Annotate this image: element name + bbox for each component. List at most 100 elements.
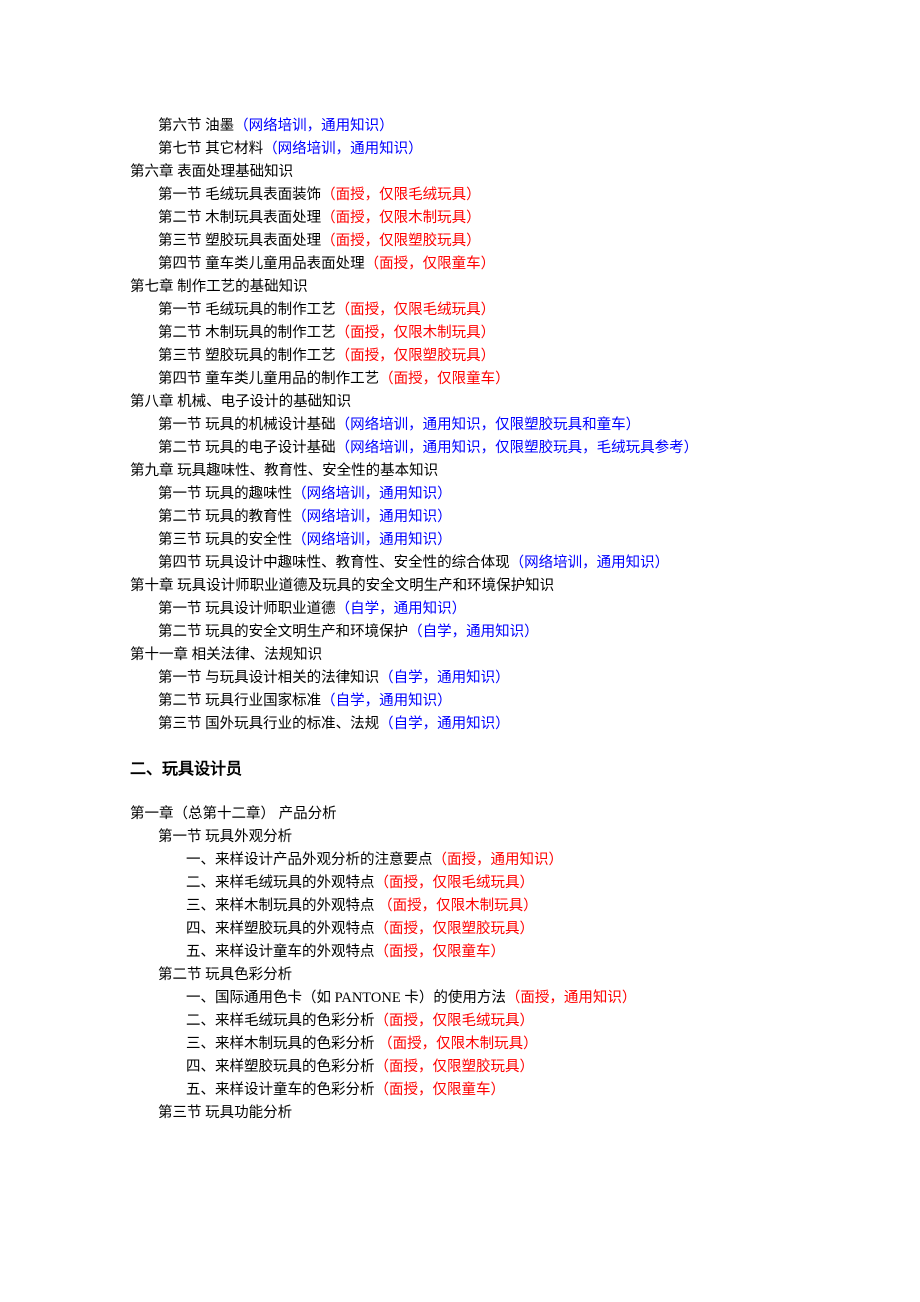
outline-line: 第一节 毛绒玩具表面装饰（面授，仅限毛绒玩具） — [158, 184, 790, 207]
line-text: 三、来样木制玩具的色彩分析 — [186, 1036, 378, 1052]
line-note: （网络培训，通用知识） — [234, 118, 394, 134]
line-note: （网络培训，通用知识） — [263, 141, 423, 157]
outline-line: 第八章 机械、电子设计的基础知识 — [130, 391, 790, 414]
line-note: （面授，仅限木制玩具） — [321, 210, 481, 226]
line-text: 第三节 玩具的安全性 — [158, 532, 292, 548]
outline-line: 第二节 玩具行业国家标准（自学，通用知识） — [158, 690, 790, 713]
line-text: 第六节 油墨 — [158, 118, 234, 134]
line-text: 第九章 玩具趣味性、教育性、安全性的基本知识 — [130, 463, 438, 479]
outline-line: 二、来样毛绒玩具的外观特点（面授，仅限毛绒玩具） — [186, 872, 790, 895]
outline-line: 第七章 制作工艺的基础知识 — [130, 276, 790, 299]
outline-line: 三、来样木制玩具的色彩分析 （面授，仅限木制玩具） — [186, 1033, 790, 1056]
outline-line: 四、来样塑胶玩具的色彩分析（面授，仅限塑胶玩具） — [186, 1056, 790, 1079]
outline-line: 第一节 玩具的趣味性（网络培训，通用知识） — [158, 483, 790, 506]
outline-line: 第十一章 相关法律、法规知识 — [130, 644, 790, 667]
outline-line: 第四节 玩具设计中趣味性、教育性、安全性的综合体现（网络培训，通用知识） — [158, 552, 790, 575]
line-text: 第四节 玩具设计中趣味性、教育性、安全性的综合体现 — [158, 555, 510, 571]
outline-line: 第二节 木制玩具的制作工艺（面授，仅限木制玩具） — [158, 322, 790, 345]
line-text: 第三节 国外玩具行业的标准、法规 — [158, 716, 379, 732]
line-text: 第一节 毛绒玩具的制作工艺 — [158, 302, 336, 318]
line-text: 第三节 玩具功能分析 — [158, 1105, 292, 1121]
line-note: （面授，仅限木制玩具） — [378, 1036, 538, 1052]
line-note: （面授，仅限童车） — [375, 944, 506, 960]
line-note: （面授，仅限木制玩具） — [336, 325, 496, 341]
line-text: 第二节 玩具的电子设计基础 — [158, 440, 336, 456]
outline-line: 一、来样设计产品外观分析的注意要点（面授，通用知识） — [186, 849, 790, 872]
line-text: 一、国际通用色卡（如 PANTONE 卡）的使用方法 — [186, 990, 506, 1006]
outline-block-2: 第一章（总第十二章） 产品分析第一节 玩具外观分析一、来样设计产品外观分析的注意… — [130, 803, 790, 1125]
document-page: { "lines": [ {"cls":"l1","t":"第六节 油墨","n… — [0, 0, 920, 1302]
line-note: （面授，仅限塑胶玩具） — [375, 1059, 535, 1075]
line-note: （面授，仅限毛绒玩具） — [321, 187, 481, 203]
line-text: 第一节 玩具外观分析 — [158, 829, 292, 845]
line-text: 第一节 玩具的机械设计基础 — [158, 417, 336, 433]
outline-line: 第一节 玩具设计师职业道德（自学，通用知识） — [158, 598, 790, 621]
outline-line: 第六章 表面处理基础知识 — [130, 161, 790, 184]
line-text: 第二节 玩具行业国家标准 — [158, 693, 321, 709]
outline-line: 第三节 玩具的安全性（网络培训，通用知识） — [158, 529, 790, 552]
line-text: 第二节 玩具的教育性 — [158, 509, 292, 525]
outline-line: 五、来样设计童车的外观特点（面授，仅限童车） — [186, 941, 790, 964]
line-text: 三、来样木制玩具的外观特点 — [186, 898, 378, 914]
outline-line: 第三节 国外玩具行业的标准、法规（自学，通用知识） — [158, 713, 790, 736]
outline-line: 第三节 塑胶玩具的制作工艺（面授，仅限塑胶玩具） — [158, 345, 790, 368]
line-note: （面授，仅限毛绒玩具） — [375, 1013, 535, 1029]
line-note: （面授，通用知识） — [506, 990, 637, 1006]
line-text: 第八章 机械、电子设计的基础知识 — [130, 394, 351, 410]
line-text: 第十一章 相关法律、法规知识 — [130, 647, 322, 663]
line-note: （自学，通用知识） — [379, 670, 510, 686]
outline-line: 第七节 其它材料（网络培训，通用知识） — [158, 138, 790, 161]
line-note: （面授，仅限童车） — [379, 371, 510, 387]
line-text: 第七节 其它材料 — [158, 141, 263, 157]
outline-line: 一、国际通用色卡（如 PANTONE 卡）的使用方法（面授，通用知识） — [186, 987, 790, 1010]
line-note: （网络培训，通用知识，仅限塑胶玩具和童车） — [336, 417, 641, 433]
line-note: （面授，仅限木制玩具） — [378, 898, 538, 914]
line-text: 第二节 木制玩具的制作工艺 — [158, 325, 336, 341]
line-text: 第二节 木制玩具表面处理 — [158, 210, 321, 226]
line-note: （网络培训，通用知识） — [292, 486, 452, 502]
line-note: （网络培训，通用知识） — [510, 555, 670, 571]
outline-line: 三、来样木制玩具的外观特点 （面授，仅限木制玩具） — [186, 895, 790, 918]
line-text: 四、来样塑胶玩具的色彩分析 — [186, 1059, 375, 1075]
outline-line: 第一节 玩具的机械设计基础（网络培训，通用知识，仅限塑胶玩具和童车） — [158, 414, 790, 437]
line-text: 第一节 玩具设计师职业道德 — [158, 601, 336, 617]
outline-line: 第一节 玩具外观分析 — [158, 826, 790, 849]
line-note: （网络培训，通用知识） — [292, 532, 452, 548]
line-text: 五、来样设计童车的外观特点 — [186, 944, 375, 960]
outline-line: 第二节 玩具的教育性（网络培训，通用知识） — [158, 506, 790, 529]
line-text: 第二节 玩具色彩分析 — [158, 967, 292, 983]
outline-line: 第四节 童车类儿童用品表面处理（面授，仅限童车） — [158, 253, 790, 276]
line-text: 第一节 与玩具设计相关的法律知识 — [158, 670, 379, 686]
line-text: 一、来样设计产品外观分析的注意要点 — [186, 852, 433, 868]
line-text: 第六章 表面处理基础知识 — [130, 164, 293, 180]
line-note: （面授，仅限塑胶玩具） — [375, 921, 535, 937]
line-text: 第四节 童车类儿童用品的制作工艺 — [158, 371, 379, 387]
section-heading-2: 二、玩具设计员 — [130, 758, 790, 781]
line-text: 第三节 塑胶玩具表面处理 — [158, 233, 321, 249]
outline-line: 五、来样设计童车的色彩分析（面授，仅限童车） — [186, 1079, 790, 1102]
line-note: （面授，仅限塑胶玩具） — [321, 233, 481, 249]
line-note: （自学，通用知识） — [321, 693, 452, 709]
outline-line: 第二节 玩具色彩分析 — [158, 964, 790, 987]
line-note: （面授，仅限毛绒玩具） — [336, 302, 496, 318]
line-note: （网络培训，通用知识，仅限塑胶玩具，毛绒玩具参考） — [336, 440, 699, 456]
line-text: 二、来样毛绒玩具的色彩分析 — [186, 1013, 375, 1029]
line-note: （面授，仅限毛绒玩具） — [375, 875, 535, 891]
outline-line: 第三节 塑胶玩具表面处理（面授，仅限塑胶玩具） — [158, 230, 790, 253]
outline-block-1: 第六节 油墨（网络培训，通用知识）第七节 其它材料（网络培训，通用知识）第六章 … — [130, 115, 790, 736]
outline-line: 第三节 玩具功能分析 — [158, 1102, 790, 1125]
line-text: 第四节 童车类儿童用品表面处理 — [158, 256, 365, 272]
outline-line: 第二节 玩具的电子设计基础（网络培训，通用知识，仅限塑胶玩具，毛绒玩具参考） — [158, 437, 790, 460]
outline-line: 第二节 木制玩具表面处理（面授，仅限木制玩具） — [158, 207, 790, 230]
line-note: （面授，仅限童车） — [375, 1082, 506, 1098]
line-text: 二、来样毛绒玩具的外观特点 — [186, 875, 375, 891]
line-text: 第十章 玩具设计师职业道德及玩具的安全文明生产和环境保护知识 — [130, 578, 554, 594]
line-note: （自学，通用知识） — [379, 716, 510, 732]
line-text: 四、来样塑胶玩具的外观特点 — [186, 921, 375, 937]
line-text: 第一节 玩具的趣味性 — [158, 486, 292, 502]
line-text: 第七章 制作工艺的基础知识 — [130, 279, 308, 295]
line-text: 第二节 玩具的安全文明生产和环境保护 — [158, 624, 408, 640]
outline-line: 第一章（总第十二章） 产品分析 — [130, 803, 790, 826]
outline-line: 第十章 玩具设计师职业道德及玩具的安全文明生产和环境保护知识 — [130, 575, 790, 598]
outline-line: 第一节 毛绒玩具的制作工艺（面授，仅限毛绒玩具） — [158, 299, 790, 322]
